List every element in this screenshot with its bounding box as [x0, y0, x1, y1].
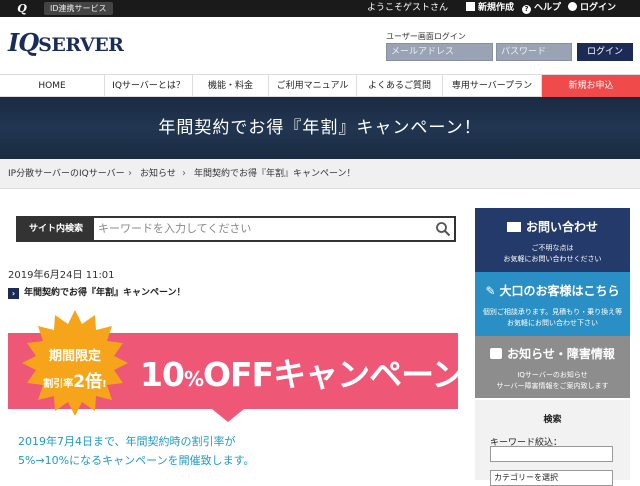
contact-title: お問い合わせ	[475, 208, 630, 235]
nav-home[interactable]: HOME	[0, 75, 105, 97]
new-account-link[interactable]: 新規作成	[466, 0, 514, 17]
large-customer-title: ✎ 大口のお客様はこちら	[475, 272, 630, 299]
news-outage-title-text: お知らせ・障害情報	[507, 347, 615, 361]
badge-limited: 期間限定	[48, 349, 101, 364]
welcome-text: ようこそゲストさん	[367, 3, 449, 13]
badge-rate-text: 割引率	[43, 379, 74, 390]
login-link[interactable]: ログイン	[568, 0, 616, 17]
contact-sub-1: ご不明な点は	[531, 244, 574, 252]
breadcrumb-home[interactable]: IP分散サーバーのIQサーバー	[8, 159, 125, 189]
banner-pointer	[212, 409, 244, 422]
nav-dedicated-plan[interactable]: 専用サーバープラン	[443, 75, 542, 97]
chat-icon	[490, 348, 503, 359]
login-label: ログイン	[580, 3, 617, 13]
q-logo[interactable]: Q	[6, 1, 38, 16]
login-button[interactable]: ログイン	[577, 43, 633, 61]
off-label: OFFキャンペーン!!	[202, 355, 493, 394]
news-outage-title: お知らせ・障害情報	[475, 336, 630, 362]
user-login-label: ユーザー画面ログイン	[386, 32, 466, 41]
main-nav: HOME IQサーバーとは？ 機能・料金 ご利用マニュアル よくあるご質問 専用…	[0, 74, 640, 97]
post-title[interactable]: › 年間契約でお得『年割』キャンペーン！	[8, 285, 186, 299]
nav-features[interactable]: 機能・料金	[193, 75, 269, 97]
keyword-filter-input[interactable]	[490, 446, 613, 462]
iqserver-logo[interactable]: IQSERVER	[8, 28, 124, 58]
arrow-right-icon: ›	[8, 288, 19, 299]
breadcrumb: IP分散サーバーのIQサーバー › お知らせ › 年間契約でお得『年割』キャンペ…	[0, 159, 640, 189]
badge-double: 割引率2倍!	[30, 367, 120, 392]
description-line-1: 2019年7月4日まで、年間契約時の割引率が	[18, 435, 236, 448]
id-service-link[interactable]: ID連携サービス	[44, 2, 113, 15]
nav-manual[interactable]: ご利用マニュアル	[269, 75, 357, 97]
large-customer-title-text: 大口のお客様はこちら	[499, 284, 620, 298]
logo-iq: IQ	[8, 28, 39, 57]
breadcrumb-news[interactable]: お知らせ	[140, 159, 176, 189]
post-title-text: 年間契約でお得『年割』キャンペーン！	[24, 288, 186, 298]
large-customer-sub-2: お気軽にお問い合わせ下さい	[507, 319, 598, 327]
help-label: ヘルプ	[534, 3, 562, 13]
pencil-icon: ✎	[485, 284, 496, 298]
help-link[interactable]: ? ヘルプ	[522, 0, 561, 17]
site-search-label: サイト内検索	[18, 218, 94, 240]
news-outage-card[interactable]: お知らせ・障害情報 IQサーバーのお知らせ サーバー障害情報をご案内致します	[475, 336, 630, 398]
new-account-icon	[466, 2, 475, 11]
news-outage-sub-2: サーバー障害情報をご案内致します	[496, 382, 609, 390]
hero-banner: 年間契約でお得『年割』キャンペーン！	[0, 97, 640, 159]
badge-exclaim: !	[102, 379, 107, 390]
search-icon[interactable]	[435, 221, 451, 237]
nav-signup[interactable]: 新規お申込	[542, 75, 640, 97]
large-customer-card[interactable]: ✎ 大口のお客様はこちら 個別ご相談承ります。見積もり・乗り換え等 お気軽にお問い…	[475, 272, 630, 336]
top-bar: Q ID連携サービス ようこそゲストさん 新規作成 ? ヘルプ ログイン	[0, 0, 640, 17]
password-field[interactable]: パスワード	[496, 43, 572, 61]
contact-card[interactable]: お問い合わせ ご不明な点は お気軽にお問い合わせください	[475, 208, 630, 272]
site-search: サイト内検索 キーワードを入力してください	[16, 216, 456, 242]
help-icon: ?	[522, 5, 531, 14]
new-account-label: 新規作成	[478, 3, 515, 13]
chevron-right-icon: ›	[182, 168, 186, 179]
login-icon	[568, 2, 577, 11]
contact-title-text: お問い合わせ	[525, 220, 598, 234]
logo-server: SERVER	[38, 34, 124, 56]
nav-about[interactable]: IQサーバーとは？	[105, 75, 193, 97]
sidebar-search: 検索 キーワード絞込：	[475, 400, 630, 480]
category-select[interactable]: カテゴリーを選択	[490, 470, 613, 486]
description-line-2: 5%→10%になるキャンペーンを開催致します。	[18, 454, 255, 467]
search-input[interactable]: キーワードを入力してください	[98, 218, 428, 240]
news-outage-sub-1: IQサーバーのお知らせ	[517, 371, 588, 379]
email-field[interactable]: メールアドレス	[386, 43, 493, 61]
off-percent: %	[183, 367, 204, 391]
page-title: 年間契約でお得『年割』キャンペーン！	[158, 118, 482, 138]
post-date: 2019年6月24日 11:01	[8, 270, 115, 281]
chevron-right-icon: ›	[128, 168, 132, 179]
contact-sub-2: お気軽にお問い合わせください	[503, 255, 602, 263]
large-customer-sub-1: 個別ご相談承ります。見積もり・乗り換え等	[482, 308, 623, 316]
mail-icon	[506, 222, 521, 232]
off-campaign-text: 10%OFFキャンペーン!!	[140, 348, 493, 396]
campaign-description: 2019年7月4日まで、年間契約時の割引率が 5%→10%になるキャンペーンを開…	[18, 432, 254, 470]
off-number: 10	[140, 355, 185, 394]
nav-faq[interactable]: よくあるご質問	[357, 75, 443, 97]
sidebar-search-title: 検索	[543, 415, 562, 425]
badge-double-text: 2倍	[73, 372, 103, 392]
breadcrumb-current: 年間契約でお得『年割』キャンペーン！	[194, 169, 356, 179]
